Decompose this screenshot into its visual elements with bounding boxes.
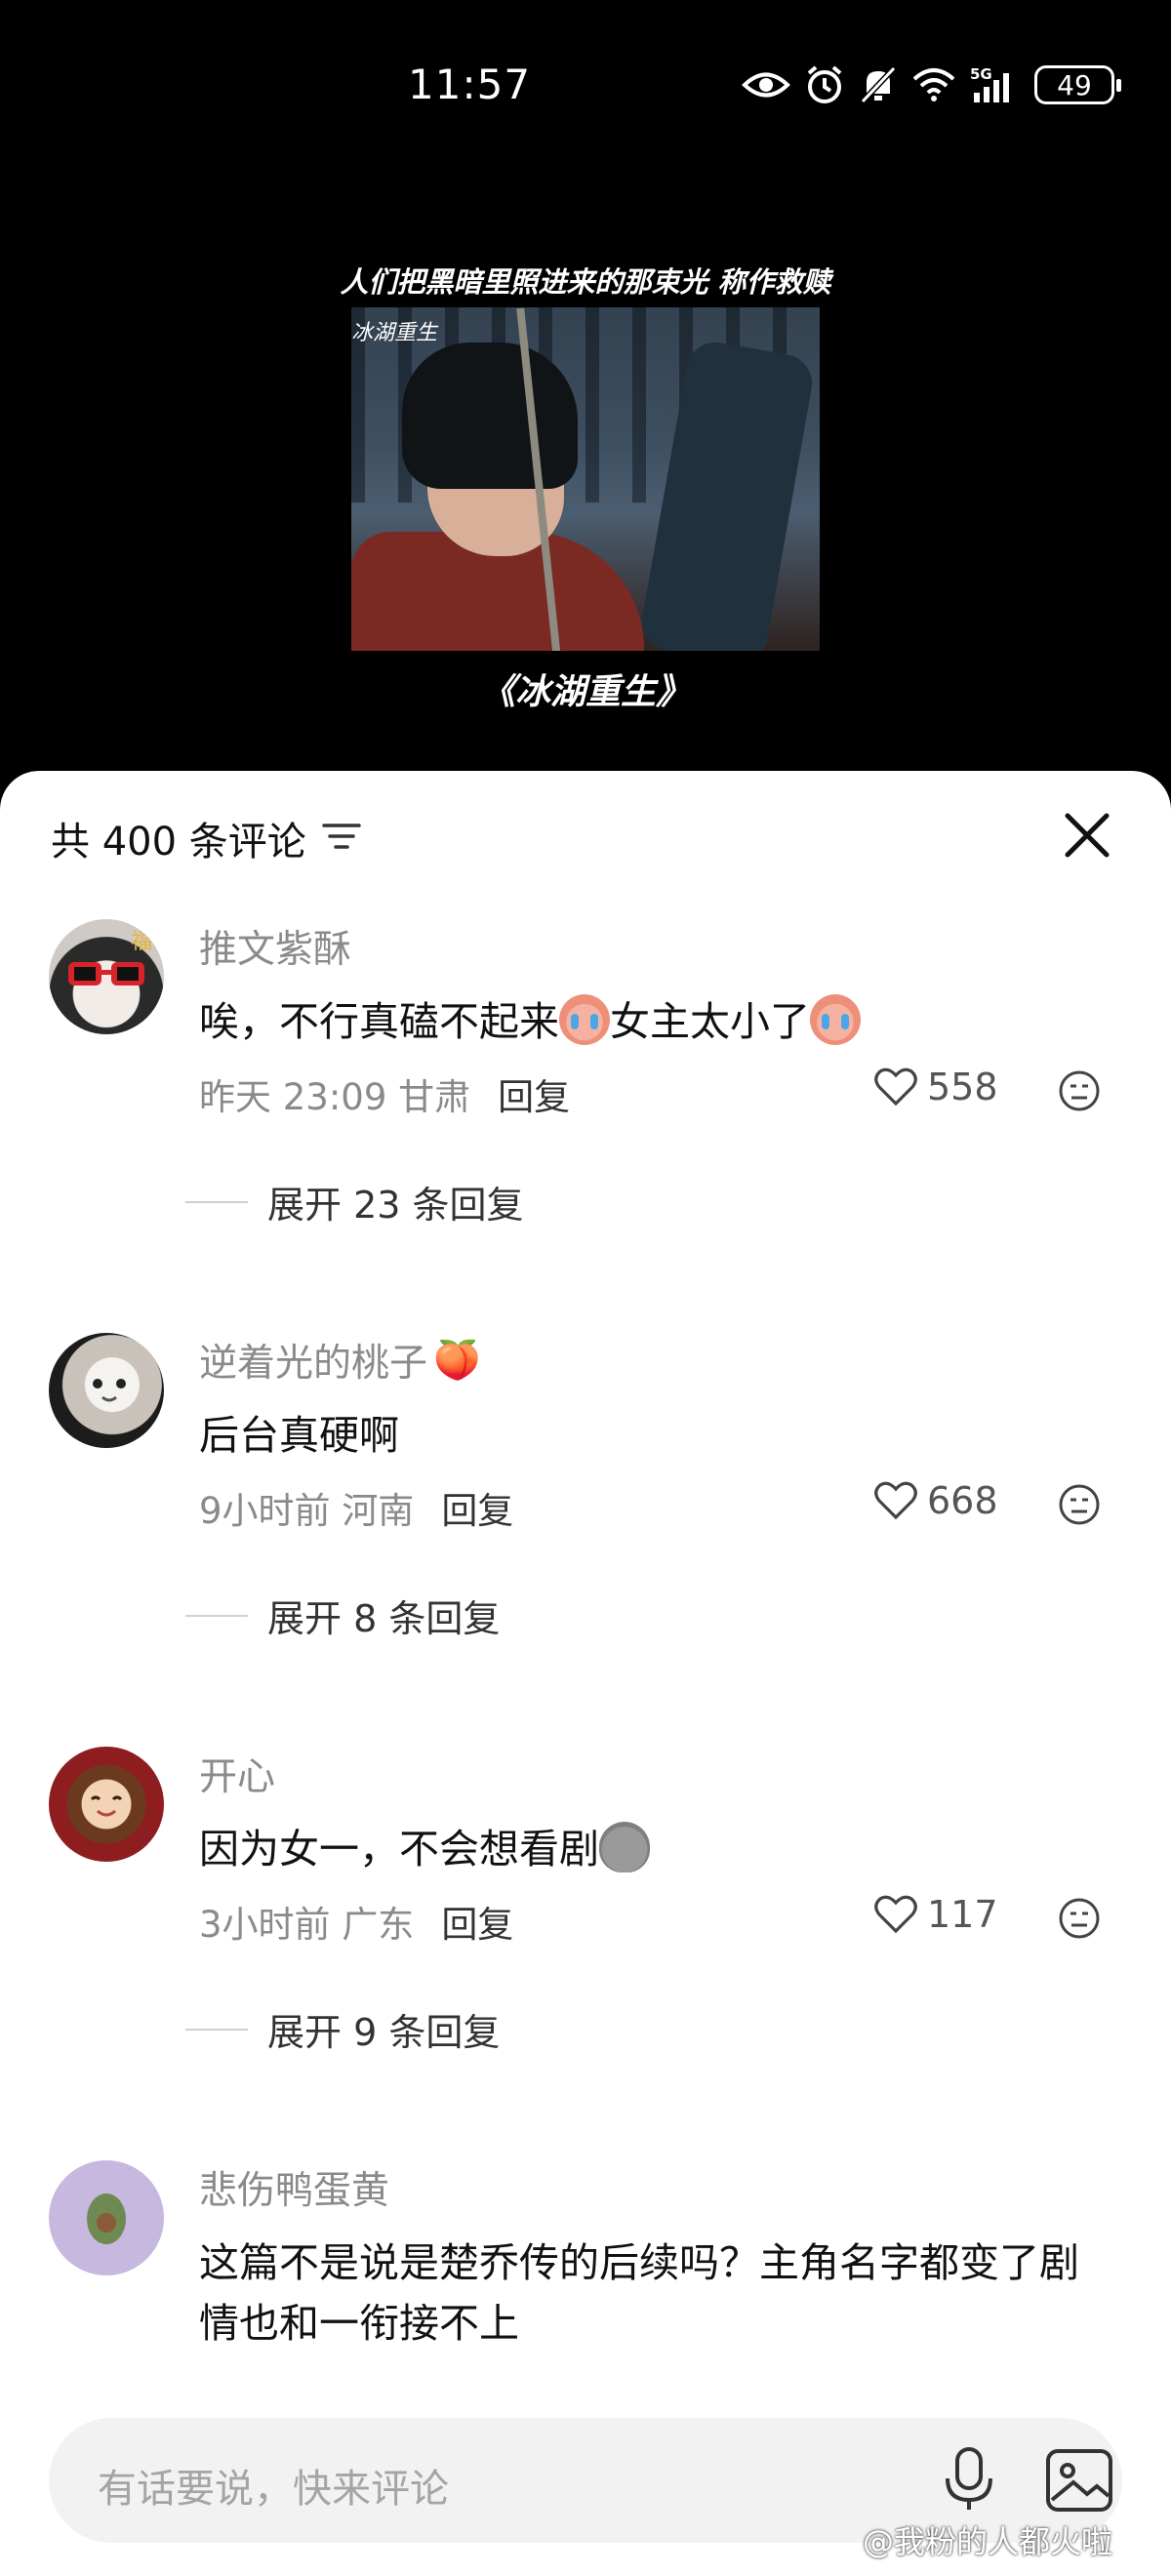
- video-frame[interactable]: 冰湖重生: [351, 307, 820, 651]
- reply-button[interactable]: 回复: [441, 1895, 513, 1948]
- mute-icon: [859, 64, 898, 105]
- comment-count: 共 400 条评论: [51, 820, 306, 865]
- close-button[interactable]: [1060, 808, 1114, 863]
- voice-input-button[interactable]: [937, 2445, 1001, 2514]
- comment-text: 唉，不行真磕不起来 女主太小了: [199, 991, 1116, 1052]
- comment-username[interactable]: 推文紫酥: [199, 919, 351, 974]
- video-title: 《冰湖重生》: [479, 672, 691, 712]
- like-button[interactable]: 117: [874, 1893, 998, 1936]
- divider-line: [185, 1614, 248, 1617]
- comment-text: 后台真硬啊: [199, 1412, 399, 1459]
- dislike-emoji-button[interactable]: [1058, 1069, 1101, 1112]
- avatar[interactable]: [49, 1747, 164, 1862]
- battery-icon: 49: [1034, 65, 1121, 104]
- comment-username[interactable]: 开心: [199, 1747, 275, 1801]
- dislike-emoji-button[interactable]: [1058, 1483, 1101, 1526]
- crying-emoji-icon: [559, 994, 610, 1045]
- status-time: 11:57: [408, 60, 532, 108]
- image-upload-button[interactable]: [1042, 2443, 1116, 2517]
- comment-input-placeholder: 有话要说，快来评论: [98, 2467, 449, 2512]
- svg-text:5G: 5G: [970, 65, 992, 83]
- status-icons: 5G 49: [742, 60, 1121, 109]
- comment-time: 昨天 23:09: [199, 1076, 387, 1118]
- speechless-emoji-icon: [599, 1822, 650, 1872]
- like-count: 668: [927, 1479, 998, 1522]
- like-count: 558: [927, 1066, 998, 1108]
- neutral-face-icon: [1059, 1484, 1100, 1525]
- heart-icon: [874, 1481, 917, 1520]
- eye-icon: [742, 68, 790, 101]
- watermark: @我粉的人都火啦: [863, 2523, 1113, 2560]
- dislike-emoji-button[interactable]: [1058, 1897, 1101, 1940]
- neutral-face-icon: [1059, 1898, 1100, 1939]
- like-button[interactable]: 668: [874, 1479, 998, 1522]
- comment-time: 3小时前: [199, 1904, 331, 1946]
- status-bar: 11:57 5G 49: [0, 0, 1171, 146]
- reply-button[interactable]: 回复: [441, 1481, 513, 1534]
- comment-text: 因为女一，不会想看剧: [199, 1819, 1116, 1879]
- comments-header: 共 400 条评论: [51, 810, 361, 866]
- wifi-icon: [911, 67, 956, 102]
- heart-icon: [874, 1895, 917, 1934]
- comment-meta: 昨天 23:09 甘肃 回复: [199, 1067, 570, 1120]
- avatar[interactable]: [49, 2160, 164, 2275]
- alarm-icon: [804, 64, 845, 105]
- expand-replies-button[interactable]: 展开 9 条回复: [185, 2002, 500, 2056]
- video-caption: 人们把黑暗里照进来的那束光 称作救赎: [340, 265, 831, 299]
- heart-icon: [874, 1067, 917, 1107]
- comment-meta: 9小时前 河南 回复: [199, 1481, 513, 1534]
- divider-line: [185, 2028, 248, 2031]
- comment-meta: 3小时前 广东 回复: [199, 1895, 513, 1948]
- comment-time: 9小时前: [199, 1490, 331, 1532]
- comment-username[interactable]: 悲伤鸭蛋黄: [199, 2160, 389, 2215]
- video-figure-hair: [402, 342, 578, 489]
- avatar[interactable]: 福: [49, 919, 164, 1034]
- sort-filter-icon[interactable]: [322, 820, 361, 857]
- crying-emoji-icon: [810, 994, 861, 1045]
- signal-icon: 5G: [970, 65, 1021, 104]
- video-logo: 冰湖重生: [351, 321, 438, 345]
- expand-replies-button[interactable]: 展开 8 条回复: [185, 1589, 500, 1642]
- comment-text: 这篇不是说是楚乔传的后续吗？主角名字都变了剧情也和一衔接不上: [199, 2239, 1079, 2347]
- svg-text:福: 福: [131, 930, 152, 954]
- divider-line: [185, 1200, 248, 1203]
- reply-button[interactable]: 回复: [498, 1067, 570, 1120]
- like-count: 117: [927, 1893, 998, 1936]
- expand-replies-button[interactable]: 展开 23 条回复: [185, 1175, 524, 1228]
- avatar[interactable]: [49, 1333, 164, 1448]
- comments-sheet: 共 400 条评论 福 推文紫酥 唉，不行真磕不起来 女主太小了 昨天 23:09…: [0, 771, 1171, 2576]
- peach-badge-icon: 🍑: [433, 1339, 481, 1383]
- comment-location: 广东: [342, 1904, 415, 1946]
- comment-location: 河南: [342, 1490, 415, 1532]
- neutral-face-icon: [1059, 1070, 1100, 1111]
- battery-level: 49: [1057, 68, 1092, 101]
- close-icon: [1065, 813, 1110, 858]
- comment-username[interactable]: 逆着光的桃子 🍑: [199, 1333, 481, 1388]
- like-button[interactable]: 558: [874, 1066, 998, 1108]
- image-icon: [1046, 2449, 1112, 2512]
- video-player[interactable]: 人们把黑暗里照进来的那束光 称作救赎 冰湖重生 《冰湖重生》: [0, 146, 1171, 771]
- microphone-icon: [946, 2447, 992, 2510]
- comment-location: 甘肃: [398, 1076, 471, 1118]
